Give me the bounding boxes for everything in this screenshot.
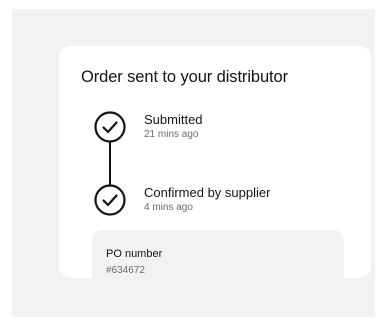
step-label: Confirmed by supplier xyxy=(144,185,271,200)
step-label: Submitted xyxy=(144,112,203,127)
card-title: Order sent to your distributor xyxy=(81,68,289,86)
page-background: Order sent to your distributor Submitted… xyxy=(12,9,375,317)
po-number-value: #634672 xyxy=(106,265,145,276)
order-status-card: Order sent to your distributor Submitted… xyxy=(59,46,371,293)
po-number-panel: PO number #634672 xyxy=(92,230,344,293)
order-timeline: Submitted 21 mins ago Confirmed by suppl… xyxy=(93,110,363,220)
check-circle-icon xyxy=(94,184,126,216)
step-timestamp: 21 mins ago xyxy=(144,129,199,140)
check-circle-icon xyxy=(94,111,126,143)
timeline-step-confirmed: Confirmed by supplier 4 mins ago xyxy=(93,183,363,219)
timeline-step-submitted: Submitted 21 mins ago xyxy=(93,110,363,146)
po-number-label: PO number xyxy=(106,248,163,260)
step-timestamp: 4 mins ago xyxy=(144,202,193,213)
